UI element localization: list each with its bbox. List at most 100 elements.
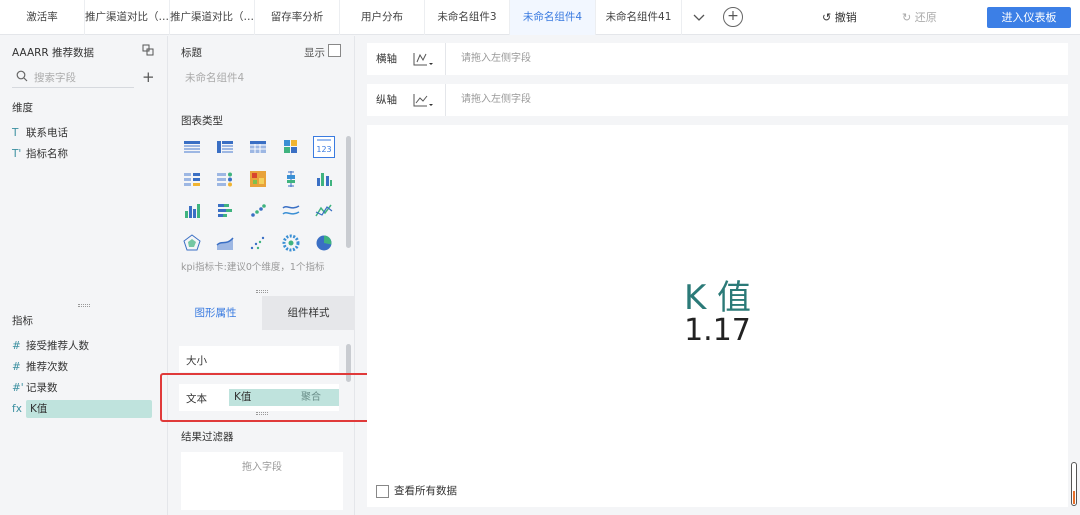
scatter-icon[interactable]: [247, 200, 269, 222]
y-axis-label: 纵轴: [376, 94, 397, 106]
tab-graphic-properties[interactable]: 图形属性: [169, 296, 262, 330]
tab-channel-compare-1[interactable]: 推广渠道对比（…: [85, 0, 170, 35]
chart-type-hint: kpi指标卡:建议0个维度，1个指标: [181, 262, 325, 273]
box-plot-icon[interactable]: [280, 168, 302, 190]
radar-chart-icon[interactable]: [181, 232, 203, 254]
title-heading: 标题: [181, 47, 202, 59]
multi-line-icon[interactable]: [280, 200, 302, 222]
field-label: 指标名称: [26, 148, 68, 160]
detail-list-icon[interactable]: [181, 168, 203, 190]
metric-field[interactable]: # 推荐次数: [12, 358, 156, 376]
number-type-icon: #: [12, 361, 21, 373]
chart-canvas: K 值 1.17 查看所有数据: [367, 125, 1068, 507]
metric-field[interactable]: #' 记录数: [12, 379, 156, 397]
dimension-field[interactable]: T' 指标名称: [12, 145, 156, 163]
grouped-bar-icon[interactable]: [313, 168, 335, 190]
redo-button[interactable]: ↻ 还原: [902, 0, 937, 35]
size-property[interactable]: 大小: [179, 346, 339, 372]
chart-type-heading: 图表类型: [181, 115, 223, 127]
dimension-field[interactable]: T 联系电话: [12, 124, 156, 142]
tab-retention-analysis[interactable]: 留存率分析: [255, 0, 340, 35]
highlight-annotation: [160, 373, 379, 422]
add-field-button[interactable]: +: [142, 68, 155, 86]
y-axis-row: 纵轴 请拖入左侧字段: [367, 84, 1068, 116]
tab-user-distribution[interactable]: 用户分布: [340, 0, 425, 35]
field-label: 联系电话: [26, 127, 68, 139]
grouped-table-icon[interactable]: [214, 136, 236, 158]
text-type-icon: T': [12, 148, 22, 160]
number-type-icon: #: [12, 340, 21, 352]
divider: [445, 43, 446, 75]
pie-chart-icon[interactable]: [313, 232, 335, 254]
top-tab-bar: 激活率 推广渠道对比（… 推广渠道对比（… 留存率分析 用户分布 未命名组件3 …: [0, 0, 1080, 35]
heat-table-icon[interactable]: [280, 136, 302, 158]
axis-type-icon[interactable]: [412, 91, 434, 109]
chevron-down-icon[interactable]: [686, 0, 712, 35]
sunburst-icon[interactable]: [280, 232, 302, 254]
redo-icon: ↻: [902, 11, 912, 24]
switch-dataset-icon[interactable]: [142, 44, 154, 56]
kpi-metric-name: K 值: [683, 278, 752, 318]
formula-icon: fx: [12, 403, 22, 415]
tab-unnamed-3[interactable]: 未命名组件3: [425, 0, 510, 35]
tab-unnamed-4[interactable]: 未命名组件4: [510, 0, 596, 35]
enter-dashboard-button[interactable]: 进入仪表板: [987, 7, 1071, 28]
show-title-checkbox[interactable]: [328, 44, 341, 57]
search-input[interactable]: [34, 70, 130, 86]
field-label: K值: [26, 400, 152, 418]
y-axis-dropzone[interactable]: 请拖入左侧字段: [461, 84, 531, 116]
size-label: 大小: [186, 355, 207, 367]
line-chart-icon[interactable]: [313, 200, 335, 222]
undo-label: 撤销: [834, 11, 857, 24]
redo-label: 还原: [914, 11, 937, 24]
undo-icon: ↺: [822, 11, 832, 24]
x-axis-dropzone[interactable]: 请拖入左侧字段: [461, 43, 531, 75]
metrics-heading: 指标: [12, 315, 33, 327]
add-tab-button[interactable]: +: [723, 7, 743, 27]
search-icon: [16, 70, 28, 82]
bubble-scatter-icon[interactable]: [247, 232, 269, 254]
dot-table-icon[interactable]: [214, 168, 236, 190]
cross-table-icon[interactable]: [247, 136, 269, 158]
metric-field-k-value[interactable]: fx K值: [12, 400, 156, 418]
show-title-label: 显示: [304, 47, 325, 59]
number-type-icon: #': [12, 382, 24, 394]
svg-text:123: 123: [316, 145, 331, 154]
title-input[interactable]: 未命名组件4: [179, 66, 343, 90]
field-label: 推荐次数: [26, 361, 68, 373]
tab-unnamed-41[interactable]: 未命名组件41: [596, 0, 682, 35]
panel-resize-handle[interactable]: [78, 304, 90, 307]
dataset-title: AAARR 推荐数据: [12, 47, 95, 59]
tab-activation-rate[interactable]: 激活率: [0, 0, 85, 35]
table-chart-icon[interactable]: [181, 136, 203, 158]
metric-field[interactable]: # 接受推荐人数: [12, 337, 156, 355]
x-axis-label: 横轴: [376, 53, 397, 65]
field-label: 记录数: [26, 382, 58, 394]
text-type-icon: T: [12, 127, 19, 139]
field-panel: AAARR 推荐数据 + 维度 T联系电话 T'指标名称 指标 #接受推荐人数 …: [0, 36, 168, 515]
scrollbar-indicator: [1073, 491, 1075, 504]
field-search: [12, 68, 134, 88]
chart-type-scrollbar[interactable]: [346, 136, 351, 248]
tab-component-style[interactable]: 组件样式: [262, 296, 355, 330]
heatmap-icon[interactable]: [247, 168, 269, 190]
x-axis-row: 横轴 请拖入左侧字段: [367, 43, 1068, 75]
bar-chart-icon[interactable]: [181, 200, 203, 222]
result-filter-dropzone[interactable]: 拖入字段: [181, 452, 343, 510]
stacked-bar-icon[interactable]: [214, 200, 236, 222]
axis-type-icon[interactable]: [412, 50, 434, 68]
area-chart-icon[interactable]: [214, 232, 236, 254]
tab-channel-compare-2[interactable]: 推广渠道对比（…: [170, 0, 255, 35]
view-all-data-checkbox[interactable]: [376, 485, 389, 498]
undo-button[interactable]: ↺ 撤销: [822, 0, 857, 35]
kpi-metric-value: 1.17: [684, 313, 751, 348]
panel-resize-handle[interactable]: [256, 290, 268, 293]
drop-field-hint: 拖入字段: [242, 462, 282, 473]
canvas-scrollbar[interactable]: [1071, 462, 1077, 506]
kpi-card-icon[interactable]: 123: [313, 136, 335, 158]
dimensions-heading: 维度: [12, 102, 33, 114]
view-all-data-label: 查看所有数据: [394, 485, 457, 497]
divider: [445, 84, 446, 116]
result-filter-heading: 结果过滤器: [181, 431, 234, 443]
field-label: 接受推荐人数: [26, 340, 89, 352]
